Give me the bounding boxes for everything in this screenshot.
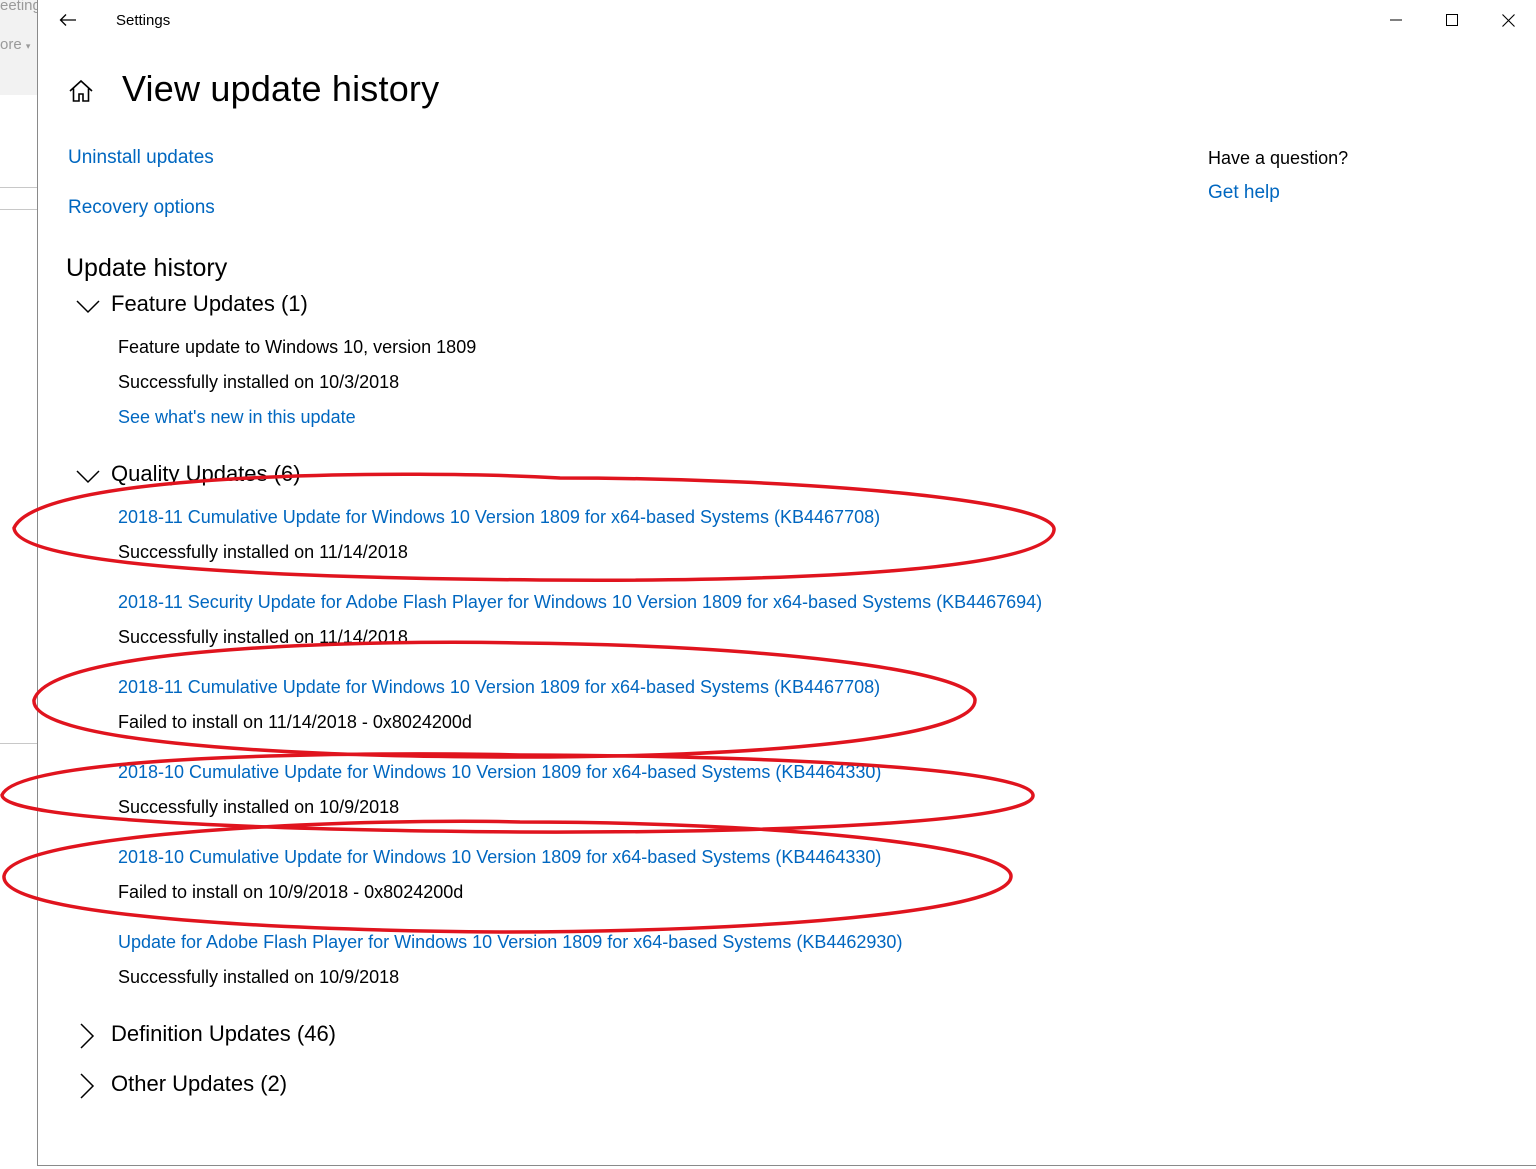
other-updates-label: Other Updates (2) [111, 1071, 288, 1096]
page-title: View update history [122, 68, 440, 109]
chevron-down-icon [76, 300, 100, 314]
background-app: eeting ore ▾ [0, 0, 37, 1169]
update-status: Successfully installed on 10/9/2018 [118, 797, 400, 817]
uninstall-updates-link[interactable]: Uninstall updates [68, 147, 214, 169]
feature-updates-header[interactable]: Feature Updates (1) [76, 291, 376, 321]
feature-update-title: Feature update to Windows 10, version 18… [118, 337, 477, 357]
back-button[interactable] [50, 6, 86, 34]
definition-updates-label: Definition Updates (46) [111, 1021, 337, 1046]
close-button[interactable] [1480, 0, 1536, 40]
chevron-right-icon [80, 1073, 95, 1099]
window-title: Settings [116, 12, 171, 29]
background-app-text: eeting [0, 0, 37, 14]
quality-updates-header[interactable]: Quality Updates (6) [76, 461, 376, 491]
feature-updates-label: Feature Updates (1) [111, 291, 308, 316]
title-bar: Settings [38, 0, 1536, 40]
minimize-button[interactable] [1368, 0, 1424, 40]
update-link[interactable]: 2018-11 Cumulative Update for Windows 10… [118, 507, 880, 528]
update-link[interactable]: 2018-10 Cumulative Update for Windows 10… [118, 847, 881, 868]
update-link[interactable]: 2018-11 Security Update for Adobe Flash … [118, 592, 1042, 613]
whats-new-link[interactable]: See what's new in this update [118, 407, 356, 428]
maximize-button[interactable] [1424, 0, 1480, 40]
update-link[interactable]: 2018-11 Cumulative Update for Windows 10… [118, 677, 880, 698]
update-history-heading: Update history [66, 254, 228, 282]
definition-updates-header[interactable]: Definition Updates (46) [76, 1021, 396, 1051]
chevron-down-icon [76, 470, 100, 484]
feature-update-status: Successfully installed on 10/3/2018 [118, 372, 400, 392]
update-status: Successfully installed on 10/9/2018 [118, 967, 400, 987]
update-link[interactable]: Update for Adobe Flash Player for Window… [118, 932, 902, 953]
settings-window: Settings View update history Uninstall u… [37, 0, 1536, 1166]
update-link[interactable]: 2018-10 Cumulative Update for Windows 10… [118, 762, 881, 783]
arrow-left-icon [59, 14, 76, 26]
home-icon[interactable] [68, 78, 94, 104]
other-updates-header[interactable]: Other Updates (2) [76, 1071, 396, 1101]
divider [0, 209, 37, 210]
help-question: Have a question? [1208, 148, 1349, 168]
chevron-right-icon [80, 1023, 95, 1049]
divider [0, 187, 37, 188]
update-status: Failed to install on 10/9/2018 - 0x80242… [118, 882, 464, 902]
quality-updates-label: Quality Updates (6) [111, 461, 301, 486]
minimize-icon [1390, 19, 1402, 21]
get-help-link[interactable]: Get help [1208, 182, 1280, 204]
recovery-options-link[interactable]: Recovery options [68, 197, 215, 219]
maximize-icon [1446, 14, 1458, 26]
divider [0, 743, 37, 744]
background-app-text: ore ▾ [0, 36, 31, 53]
close-icon [1501, 13, 1515, 27]
update-status: Successfully installed on 11/14/2018 [118, 542, 408, 562]
update-status: Failed to install on 11/14/2018 - 0x8024… [118, 712, 472, 732]
update-status: Successfully installed on 11/14/2018 [118, 627, 408, 647]
